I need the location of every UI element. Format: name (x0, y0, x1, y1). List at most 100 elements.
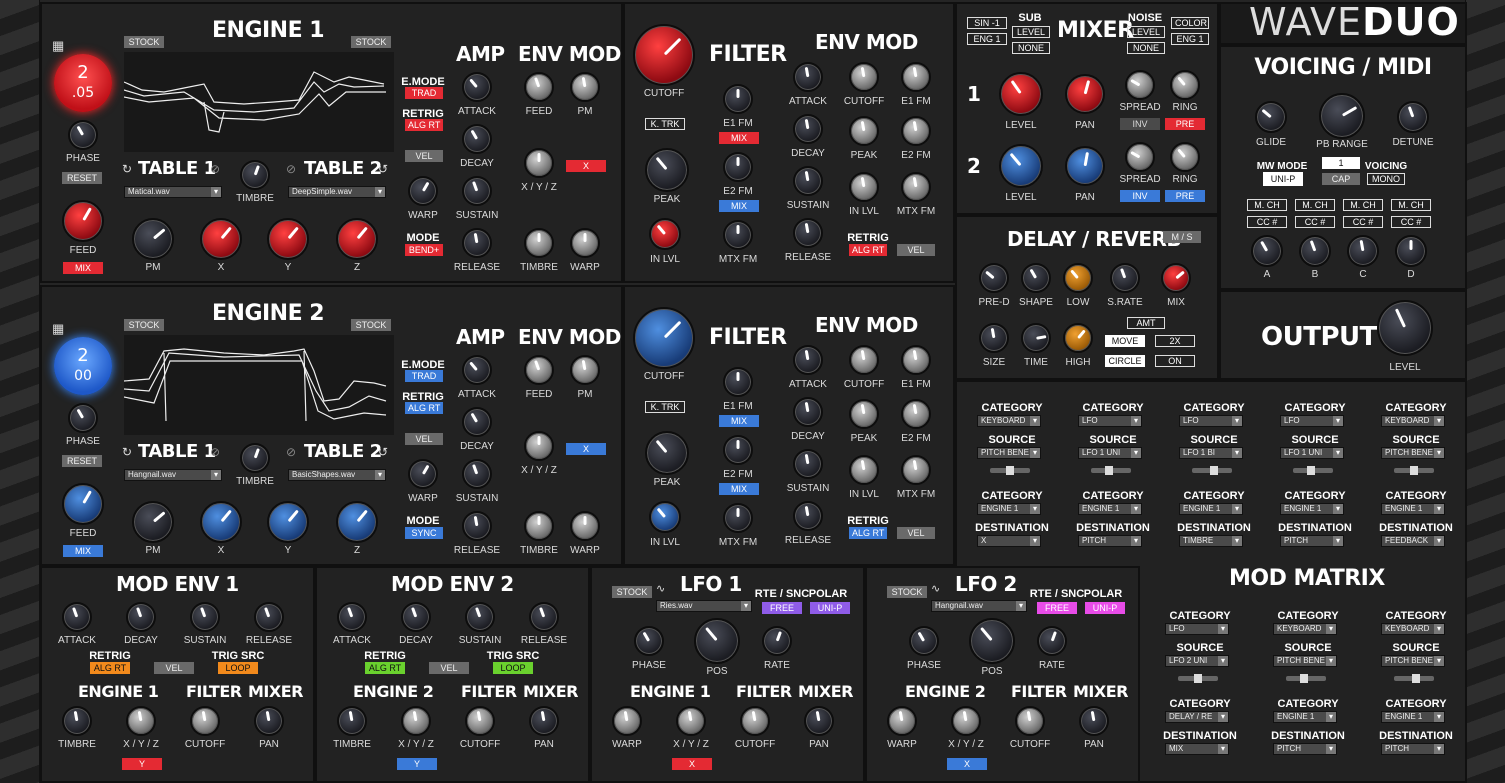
in-level-knob[interactable] (649, 501, 681, 533)
pre-delay-knob[interactable] (979, 263, 1009, 293)
loop-icon[interactable]: ↺ (378, 445, 388, 459)
attack-knob[interactable] (337, 602, 367, 632)
macro-b-midi-channel[interactable]: M. CH (1295, 199, 1335, 211)
mod-target-tag[interactable]: Y (122, 758, 162, 770)
stock-button[interactable]: STOCK (612, 586, 652, 598)
amt-button[interactable]: AMT (1127, 317, 1165, 329)
env-pm-knob[interactable] (570, 72, 600, 102)
z-knob[interactable] (336, 501, 378, 543)
matrix-slot-1-source-dropdown[interactable]: PITCH BENE (977, 447, 1041, 459)
lfo-pos-knob[interactable] (694, 618, 740, 664)
z-knob[interactable] (336, 218, 378, 260)
env-x-tag[interactable]: X (566, 443, 606, 455)
phase-knob[interactable] (68, 120, 98, 150)
matrix-fm-knob[interactable] (723, 503, 753, 533)
cap-toggle[interactable]: CAP (1322, 173, 1360, 185)
cutoff-knob[interactable] (633, 307, 695, 369)
lfo-phase-knob[interactable] (634, 626, 664, 656)
matrix-slot-4-amount-slider[interactable] (1293, 466, 1333, 475)
vel-toggle[interactable]: VEL (429, 662, 469, 674)
warp-mod-knob[interactable] (612, 706, 642, 736)
attack-knob[interactable] (462, 355, 492, 385)
mw-mode-button[interactable]: UNI-P (1263, 172, 1303, 186)
engine-1-ring-knob[interactable] (1170, 70, 1200, 100)
rate-sync-toggle[interactable]: FREE (762, 602, 802, 614)
table-1-file-dropdown[interactable]: Matical.wav (124, 186, 222, 198)
phase-knob[interactable] (68, 403, 98, 433)
filter-env-e2fm-knob[interactable] (901, 116, 931, 146)
sustain-knob[interactable] (465, 602, 495, 632)
matrix-slot-2-source-dropdown[interactable]: LFO 1 UNI (1078, 447, 1142, 459)
matrix-slot-5-destination-category-dropdown[interactable]: ENGINE 1 (1381, 503, 1445, 515)
sub-none-button[interactable]: NONE (1012, 42, 1050, 54)
polar-toggle[interactable]: UNI-P (1085, 602, 1125, 614)
matrix-slot-5-source-dropdown[interactable]: PITCH BENE (1381, 447, 1445, 459)
table-2-file-dropdown[interactable]: BasicShapes.wav (288, 469, 386, 481)
ms-toggle[interactable]: M / S (1163, 231, 1201, 243)
loop-icon[interactable]: ↻ (122, 162, 132, 176)
retrig-toggle[interactable]: ALG RT (90, 662, 130, 674)
matrix-slot-2-destination-dropdown[interactable]: PITCH (1078, 535, 1142, 547)
e1-fm-mix-tag[interactable]: MIX (719, 415, 759, 427)
matrix-slot-5-amount-slider[interactable] (1394, 466, 1434, 475)
xyz-mod-knob[interactable] (951, 706, 981, 736)
filter-env-e2fm-knob[interactable] (901, 399, 931, 429)
macro-a-knob[interactable] (1251, 235, 1283, 267)
stock-right-button[interactable]: STOCK (351, 319, 391, 331)
pb-range-value[interactable]: 1 (1322, 157, 1360, 169)
peak-knob[interactable] (645, 431, 689, 475)
reset-button[interactable]: RESET (62, 455, 102, 467)
attack-knob[interactable] (62, 602, 92, 632)
xyz-mod-knob[interactable] (401, 706, 431, 736)
disable-icon[interactable]: ⊘ (210, 162, 220, 176)
noise-none-button[interactable]: NONE (1127, 42, 1165, 54)
matrix-slot-6-source-category-dropdown[interactable]: LFO (1165, 623, 1229, 635)
filter-env-decay-knob[interactable] (793, 114, 823, 144)
filter-env-e1fm-knob[interactable] (901, 62, 931, 92)
trig-src-toggle[interactable]: LOOP (493, 662, 533, 674)
y-knob[interactable] (267, 218, 309, 260)
time-knob[interactable] (1021, 323, 1051, 353)
slider-handle[interactable] (1300, 674, 1308, 683)
matrix-slot-2-source-category-dropdown[interactable]: LFO (1078, 415, 1142, 427)
decay-knob[interactable] (462, 124, 492, 154)
stock-button[interactable]: STOCK (887, 586, 927, 598)
e2-fm-knob[interactable] (723, 152, 753, 182)
engine-1-level-knob[interactable] (999, 72, 1043, 116)
slider-handle[interactable] (1194, 674, 1202, 683)
matrix-slot-3-destination-dropdown[interactable]: TIMBRE (1179, 535, 1243, 547)
env-pm-knob[interactable] (570, 355, 600, 385)
feed-knob[interactable] (62, 200, 104, 242)
decay-knob[interactable] (126, 602, 156, 632)
feed-knob[interactable] (62, 483, 104, 525)
macro-b-cc-number[interactable]: CC # (1295, 216, 1335, 228)
pan-mod-knob[interactable] (254, 706, 284, 736)
macro-c-knob[interactable] (1347, 235, 1379, 267)
filter-env-attack-knob[interactable] (793, 345, 823, 375)
filter-env-sustain-knob[interactable] (793, 449, 823, 479)
lfo-pos-knob[interactable] (969, 618, 1015, 664)
trig-src-toggle[interactable]: LOOP (218, 662, 258, 674)
matrix-slot-2-amount-slider[interactable] (1091, 466, 1131, 475)
filter-env-mtxfm-knob[interactable] (901, 455, 931, 485)
disable-icon[interactable]: ⊘ (286, 445, 296, 459)
macro-d-cc-number[interactable]: CC # (1391, 216, 1431, 228)
detune-knob[interactable] (1397, 101, 1429, 133)
matrix-slot-2-destination-category-dropdown[interactable]: ENGINE 1 (1078, 503, 1142, 515)
release-knob[interactable] (254, 602, 284, 632)
lfo-rate-knob[interactable] (1037, 626, 1067, 656)
filter-env-release-knob[interactable] (793, 501, 823, 531)
pan-mod-knob[interactable] (1079, 706, 1109, 736)
matrix-slot-6-destination-dropdown[interactable]: MIX (1165, 743, 1229, 755)
matrix-slot-1-source-category-dropdown[interactable]: KEYBOARD (977, 415, 1041, 427)
on-toggle[interactable]: ON (1155, 355, 1195, 367)
mod-target-tag[interactable]: Y (397, 758, 437, 770)
retrig-toggle[interactable]: ALG RT (405, 119, 443, 131)
keyboard-icon[interactable]: ▦ (52, 38, 64, 54)
matrix-slot-4-destination-dropdown[interactable]: PITCH (1280, 535, 1344, 547)
e2-fm-knob[interactable] (723, 435, 753, 465)
sample-rate-knob[interactable] (1110, 263, 1140, 293)
matrix-slot-1-destination-dropdown[interactable]: X (977, 535, 1041, 547)
low-knob[interactable] (1063, 263, 1093, 293)
lfo-wavetable-dropdown[interactable]: Hangnail.wav (931, 600, 1027, 612)
